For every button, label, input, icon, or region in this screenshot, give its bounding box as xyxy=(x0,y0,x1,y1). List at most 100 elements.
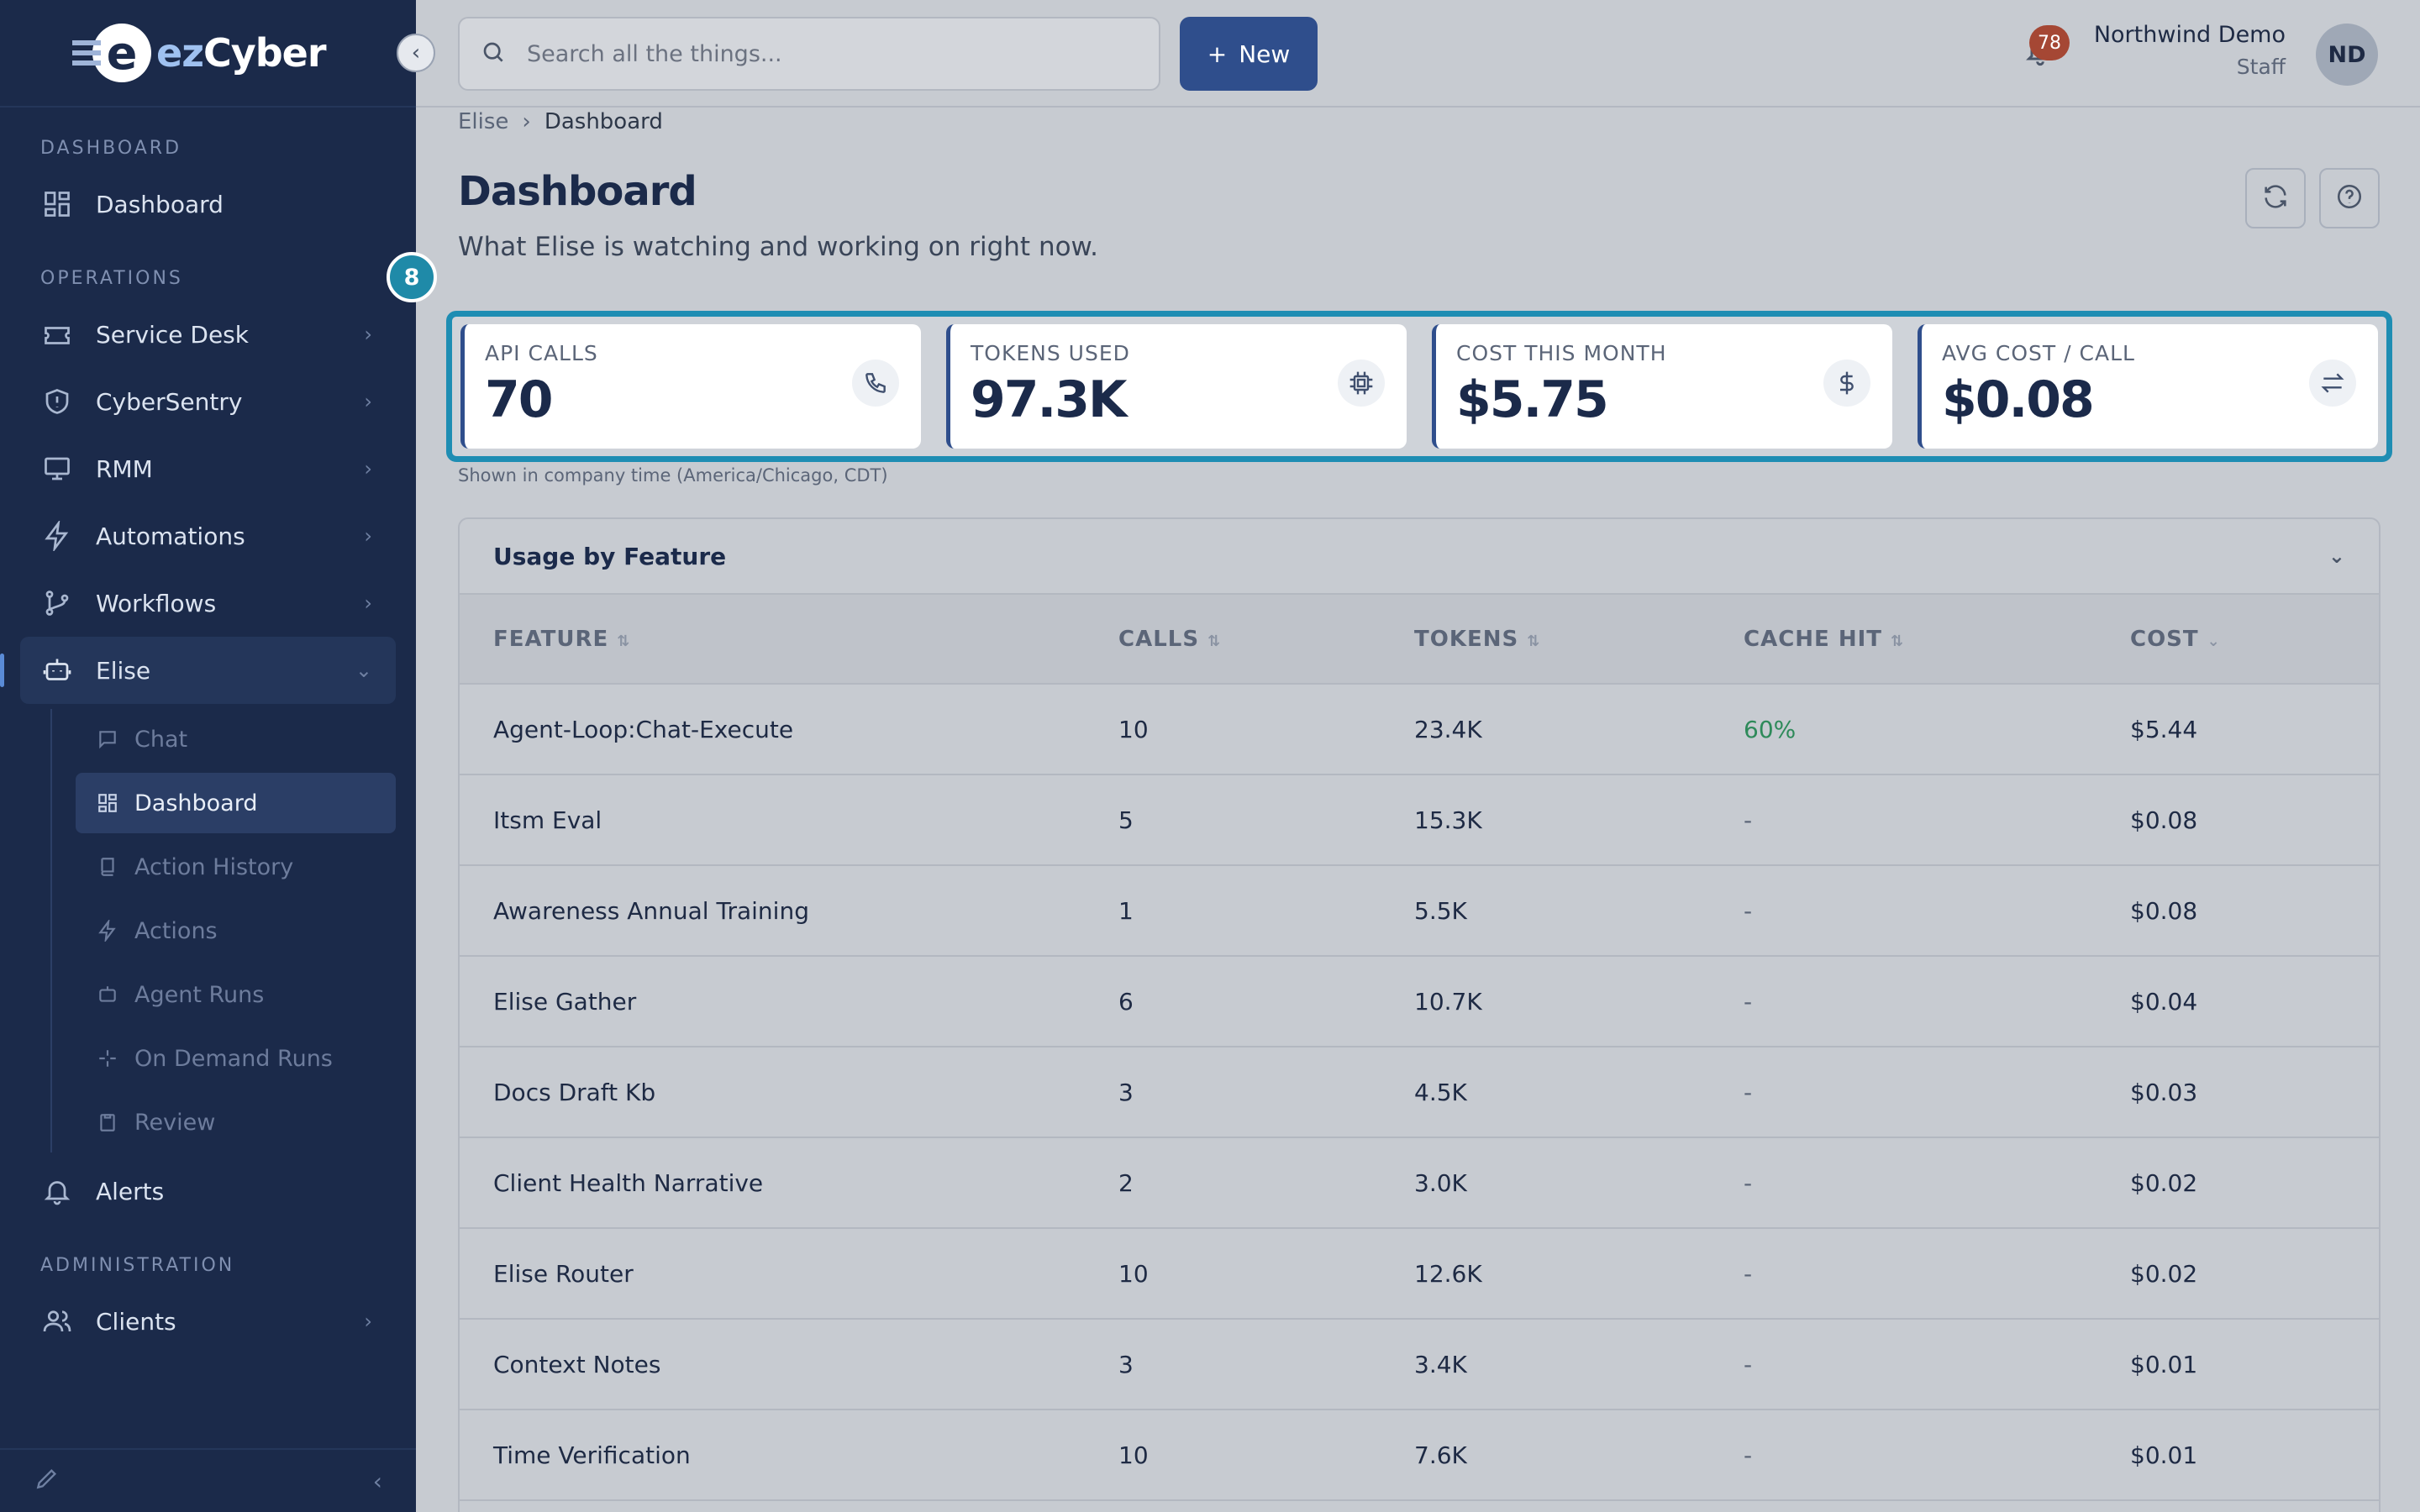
breadcrumb: Elise › Dashboard xyxy=(458,109,663,134)
sidebar-item-label: Workflows xyxy=(96,589,217,617)
sidebar-item-service-desk[interactable]: Service Desk › xyxy=(20,301,396,368)
new-button-label: New xyxy=(1239,39,1291,68)
ezcyber-logo[interactable]: e ezCyber xyxy=(72,24,327,82)
stat-card-avg-cost-per-call: AVG COST / CALL $0.08 xyxy=(1918,324,2378,449)
robot-icon xyxy=(96,983,119,1006)
cell-calls: 10 xyxy=(1085,1228,1381,1320)
stat-label: TOKENS USED xyxy=(971,341,1130,365)
cell-tokens: 3.0K xyxy=(1381,1137,1710,1229)
sidebar-item-automations[interactable]: Automations › xyxy=(20,502,396,570)
dollar-icon xyxy=(1823,360,1870,407)
chevron-right-icon: › xyxy=(364,457,372,480)
chevron-right-icon: › xyxy=(364,1310,372,1333)
chevron-down-icon[interactable]: ⌄ xyxy=(2328,544,2345,568)
sidebar-item-elise[interactable]: Elise ⌄ xyxy=(0,637,396,704)
cell-cost: $5.44 xyxy=(2096,684,2379,775)
breadcrumb-current: Dashboard xyxy=(544,109,663,134)
breadcrumb-root[interactable]: Elise xyxy=(458,109,508,134)
sort-icon: ⇅ xyxy=(1527,632,1541,650)
avatar[interactable]: ND xyxy=(2316,24,2378,86)
sort-icon: ⇅ xyxy=(617,632,631,650)
sidebar-item-alerts[interactable]: Alerts xyxy=(20,1158,396,1225)
cell-cache-hit: - xyxy=(1710,865,2096,957)
sidebar-item-label: Service Desk xyxy=(96,320,249,349)
search-input[interactable] xyxy=(527,40,1115,67)
table-row[interactable]: Time Verification 10 7.6K - $0.01 xyxy=(460,1410,2379,1501)
column-header-tokens[interactable]: TOKENS ⇅ xyxy=(1381,595,1710,685)
cell-calls: 10 xyxy=(1085,1410,1381,1501)
chevron-right-icon: › xyxy=(364,591,372,615)
chevron-right-icon: › xyxy=(364,390,372,413)
cell-cost: $0.02 xyxy=(2096,1228,2379,1320)
help-button[interactable] xyxy=(2319,168,2380,228)
sidebar-item-cybersentry[interactable]: CyberSentry › xyxy=(20,368,396,435)
cell-feature: Docs Draft Kb xyxy=(460,1047,1085,1138)
sidebar-subitem-action-history[interactable]: Action History xyxy=(76,837,396,897)
stat-value: $0.08 xyxy=(1942,370,2095,429)
sidebar-item-label: Alerts xyxy=(96,1177,165,1205)
column-header-cost[interactable]: COST ⌄ xyxy=(2096,595,2379,685)
usage-card-title: Usage by Feature xyxy=(493,542,727,570)
column-header-calls[interactable]: CALLS ⇅ xyxy=(1085,595,1381,685)
collapse-sidebar-icon[interactable]: ‹ xyxy=(373,1467,382,1495)
cell-cache-hit: - xyxy=(1710,1410,2096,1501)
sidebar-item-rmm[interactable]: RMM › xyxy=(20,435,396,502)
sidebar-subitem-actions[interactable]: Actions xyxy=(76,900,396,961)
sidebar-subitem-on-demand-runs[interactable]: On Demand Runs xyxy=(76,1028,396,1089)
main-content: Elise › Dashboard Dashboard What Elise i… xyxy=(387,109,2420,1512)
page-title: Dashboard xyxy=(458,168,697,215)
sidebar-item-label: Clients xyxy=(96,1307,176,1336)
sidebar-subitem-agent-runs[interactable]: Agent Runs xyxy=(76,964,396,1025)
ticket-icon xyxy=(40,318,74,351)
chip-icon xyxy=(1338,360,1385,407)
user-info[interactable]: Northwind Demo Staff xyxy=(2094,22,2286,79)
sidebar-toggle-button[interactable]: ‹ xyxy=(397,34,435,72)
cell-tokens: 12.6K xyxy=(1381,1228,1710,1320)
table-row[interactable]: Awareness Annual Training 1 5.5K - $0.08 xyxy=(460,865,2379,957)
sub-item-label: Review xyxy=(134,1109,216,1136)
sidebar: e ezCyber DASHBOARD Dashboard OPERATIONS… xyxy=(0,0,416,1512)
cell-feature: Awareness Annual Training xyxy=(460,865,1085,957)
stat-card-api-calls: API CALLS 70 xyxy=(460,324,921,449)
column-header-feature[interactable]: FEATURE ⇅ xyxy=(460,595,1085,685)
cell-calls: 6 xyxy=(1085,956,1381,1047)
table-row[interactable]: Itsm Eval 5 15.3K - $0.08 xyxy=(460,774,2379,866)
section-label-dashboard: DASHBOARD xyxy=(40,138,182,159)
refresh-icon xyxy=(2261,182,2290,214)
cell-feature: Itsm Eval xyxy=(460,774,1085,866)
shield-icon xyxy=(40,385,74,418)
lightning-icon xyxy=(96,919,119,942)
new-button[interactable]: + New xyxy=(1180,17,1318,91)
table-row[interactable]: Elise Gather 6 10.7K - $0.04 xyxy=(460,956,2379,1047)
git-branch-icon xyxy=(40,586,74,620)
column-header-cache-hit[interactable]: CACHE HIT ⇅ xyxy=(1710,595,2096,685)
cell-tokens: 15.3K xyxy=(1381,774,1710,866)
table-row[interactable]: Context Notes 3 3.4K - $0.01 xyxy=(460,1319,2379,1410)
table-row[interactable]: Agent-Loop:Chat-Execute 10 23.4K 60% $5.… xyxy=(460,684,2379,775)
cell-calls: 10 xyxy=(1085,684,1381,775)
usage-card-header[interactable]: Usage by Feature ⌄ xyxy=(460,519,2379,595)
refresh-button[interactable] xyxy=(2245,168,2306,228)
table-row[interactable]: Client Health Narrative 2 3.0K - $0.02 xyxy=(460,1137,2379,1229)
sub-item-label: On Demand Runs xyxy=(134,1045,333,1072)
cell-cost: $0.04 xyxy=(2096,956,2379,1047)
table-row[interactable]: Elise Router 10 12.6K - $0.02 xyxy=(460,1228,2379,1320)
stat-label: API CALLS xyxy=(485,341,598,365)
sidebar-item-clients[interactable]: Clients › xyxy=(20,1288,396,1355)
user-role: Staff xyxy=(2236,55,2286,79)
sidebar-subitem-dashboard[interactable]: Dashboard xyxy=(76,773,396,833)
sub-item-label: Chat xyxy=(134,726,188,753)
sub-item-label: Action History xyxy=(134,853,294,880)
cell-feature: Agent-Loop:Chat-Execute xyxy=(460,684,1085,775)
cell-cost: $0.01 xyxy=(2096,1319,2379,1410)
cell-calls: 2 xyxy=(1085,1137,1381,1229)
sidebar-item-workflows[interactable]: Workflows › xyxy=(20,570,396,637)
sidebar-subitem-review[interactable]: Review xyxy=(76,1092,396,1152)
table-row[interactable]: Docs Draft Kb 3 4.5K - $0.03 xyxy=(460,1047,2379,1138)
cell-feature: Elise Router xyxy=(460,1228,1085,1320)
sidebar-subitem-chat[interactable]: Chat xyxy=(76,709,396,769)
sidebar-item-dashboard[interactable]: Dashboard xyxy=(20,171,396,238)
pencil-icon[interactable] xyxy=(34,1465,60,1498)
search-box[interactable] xyxy=(458,17,1160,91)
cell-feature: Time Verification xyxy=(460,1410,1085,1501)
